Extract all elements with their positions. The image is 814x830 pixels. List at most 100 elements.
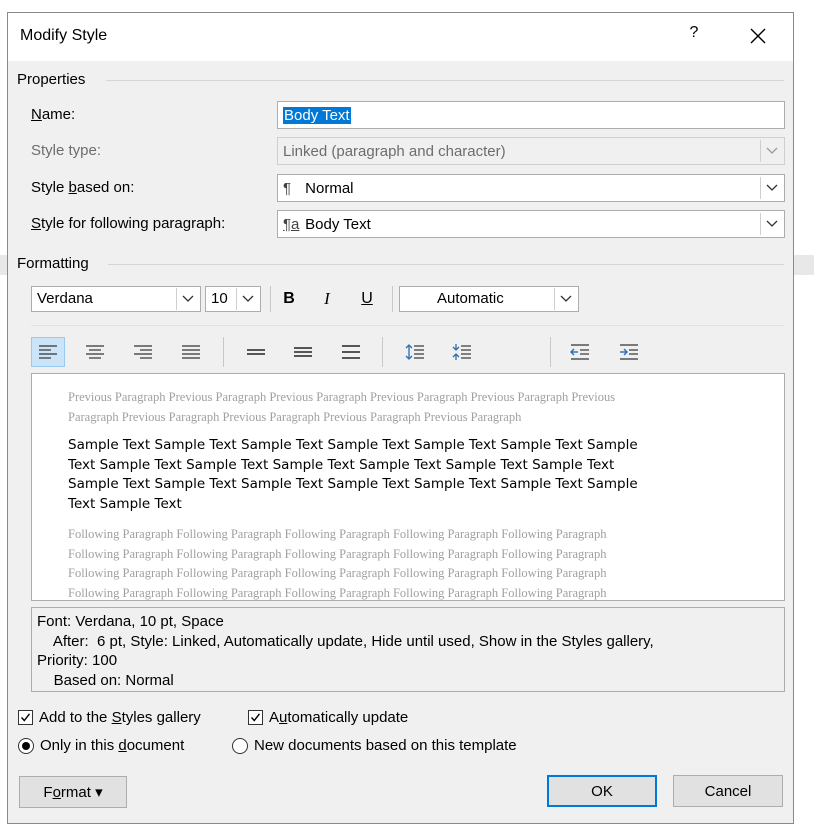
following-paragraph-label: Style for following paragraph: <box>31 215 226 232</box>
chevron-down-icon <box>560 295 571 302</box>
paragraph-spacing-decrease-icon <box>452 344 471 360</box>
double-spacing-icon <box>342 345 360 359</box>
toolbar-row-divider <box>31 325 785 326</box>
add-to-styles-gallery-label: Add to the Styles gallery <box>39 709 201 726</box>
increase-indent-button[interactable] <box>615 339 643 365</box>
format-button-label: Format ▾ <box>43 784 103 801</box>
based-on-select[interactable]: ¶ Normal <box>277 174 785 202</box>
single-spacing-icon <box>247 349 265 355</box>
following-paragraph-select[interactable]: ¶a Body Text <box>277 210 785 238</box>
only-in-this-document-radio[interactable]: Only in this document <box>18 737 184 754</box>
new-documents-template-label: New documents based on this template <box>254 737 517 754</box>
preview-line: Following Paragraph Following Paragraph … <box>68 585 607 600</box>
toolbar-separator <box>392 286 393 312</box>
align-left-icon <box>39 345 57 359</box>
one-half-spacing-icon <box>294 347 312 357</box>
align-center-icon <box>86 345 104 359</box>
format-menu-button[interactable]: Format ▾ <box>19 776 127 808</box>
decrease-paragraph-spacing-button[interactable] <box>448 339 476 365</box>
automatically-update-checkbox[interactable]: Automatically update <box>248 709 408 726</box>
font-size-select[interactable]: 10 <box>205 286 261 312</box>
based-on-value: Normal <box>305 180 354 197</box>
justify-button[interactable] <box>177 339 205 365</box>
style-preview: Previous Paragraph Previous Paragraph Pr… <box>31 373 785 601</box>
italic-button[interactable]: I <box>313 286 341 312</box>
preview-line: Text Sample Text Sample Text Sample Text… <box>68 456 615 473</box>
font-color-value: Automatic <box>437 290 504 307</box>
style-description: Font: Verdana, 10 pt, Space After: 6 pt,… <box>31 607 785 692</box>
style-type-label: Style type: <box>31 142 102 159</box>
bold-button[interactable]: B <box>275 286 303 312</box>
checkbox-box[interactable] <box>248 710 263 725</box>
dropdown-arrow-icon: ▾ <box>95 784 103 801</box>
new-documents-template-radio[interactable]: New documents based on this template <box>232 737 517 754</box>
cancel-button[interactable]: Cancel <box>673 775 783 807</box>
toolbar-separator <box>550 337 551 367</box>
toolbar-separator <box>223 337 224 367</box>
close-button[interactable] <box>743 21 773 51</box>
checkmark-icon <box>250 713 261 722</box>
properties-group-title: Properties <box>17 71 86 88</box>
radio-selected-dot <box>22 741 30 750</box>
properties-divider <box>106 80 784 81</box>
description-line: Priority: 100 <box>37 652 118 669</box>
align-right-button[interactable] <box>129 339 157 365</box>
only-in-this-document-label: Only in this document <box>40 737 185 754</box>
add-to-styles-gallery-checkbox[interactable]: Add to the Styles gallery <box>18 709 201 726</box>
automatically-update-label: Automatically update <box>269 709 409 726</box>
following-paragraph-dropdown-button[interactable] <box>760 213 782 235</box>
font-name-value: Verdana <box>37 290 93 307</box>
preview-line: Following Paragraph Following Paragraph … <box>68 527 607 541</box>
preview-line: Following Paragraph Following Paragraph … <box>68 566 607 580</box>
font-size-dropdown-button[interactable] <box>236 288 258 310</box>
help-button[interactable]: ? <box>683 24 705 48</box>
preview-line: Paragraph Previous Paragraph Previous Pa… <box>68 409 522 424</box>
paragraph-style-icon: ¶ <box>283 180 292 197</box>
increase-paragraph-spacing-button[interactable] <box>401 339 429 365</box>
underline-button[interactable]: U <box>353 286 381 312</box>
ok-button[interactable]: OK <box>547 775 657 807</box>
align-left-button[interactable] <box>31 337 65 367</box>
checkmark-icon <box>20 713 31 722</box>
chevron-down-icon <box>766 184 777 191</box>
name-value: Body Text <box>283 107 351 124</box>
font-name-select[interactable]: Verdana <box>31 286 201 312</box>
previous-paragraph-preview: Previous Paragraph Previous Paragraph Pr… <box>68 388 708 427</box>
name-label: Name: <box>31 106 76 123</box>
title-bar: Modify Style ? <box>8 13 793 61</box>
linked-style-icon: ¶a <box>283 216 300 233</box>
radio-circle[interactable] <box>232 737 248 754</box>
align-center-button[interactable] <box>81 339 109 365</box>
description-line: Based on: Normal <box>37 671 174 689</box>
font-color-select[interactable]: Automatic <box>399 286 579 312</box>
following-paragraph-value: Body Text <box>305 216 371 233</box>
decrease-indent-button[interactable] <box>566 339 594 365</box>
formatting-divider <box>108 264 784 265</box>
one-half-spacing-button[interactable] <box>289 339 317 365</box>
justify-icon <box>182 345 200 359</box>
formatting-group-title: Formatting <box>17 255 89 272</box>
radio-circle[interactable] <box>18 737 34 754</box>
preview-line: Following Paragraph Following Paragraph … <box>68 546 607 561</box>
paragraph-spacing-increase-icon <box>405 344 424 360</box>
increase-indent-icon <box>620 344 638 360</box>
chevron-down-icon <box>242 295 253 302</box>
single-spacing-button[interactable] <box>242 339 270 365</box>
following-paragraph-preview: Following Paragraph Following Paragraph … <box>68 525 708 600</box>
font-color-dropdown-button[interactable] <box>554 288 576 310</box>
preview-line: Sample Text Sample Text Sample Text Samp… <box>68 476 638 492</box>
font-name-dropdown-button[interactable] <box>176 288 198 310</box>
based-on-dropdown-button[interactable] <box>760 177 782 199</box>
style-type-select: Linked (paragraph and character) <box>277 137 785 165</box>
based-on-label: Style based on: <box>31 179 135 196</box>
double-spacing-button[interactable] <box>337 339 365 365</box>
dialog-title: Modify Style <box>20 27 108 44</box>
preview-line: Text Sample Text <box>68 495 182 512</box>
description-line: Font: Verdana, 10 pt, Space <box>37 613 224 630</box>
checkbox-box[interactable] <box>18 710 33 725</box>
align-right-icon <box>134 345 152 359</box>
modify-style-dialog: Modify Style ? Properties Name: Body Tex… <box>7 12 794 824</box>
toolbar-separator <box>270 286 271 312</box>
name-input[interactable]: Body Text <box>277 101 785 129</box>
close-icon <box>750 28 766 44</box>
